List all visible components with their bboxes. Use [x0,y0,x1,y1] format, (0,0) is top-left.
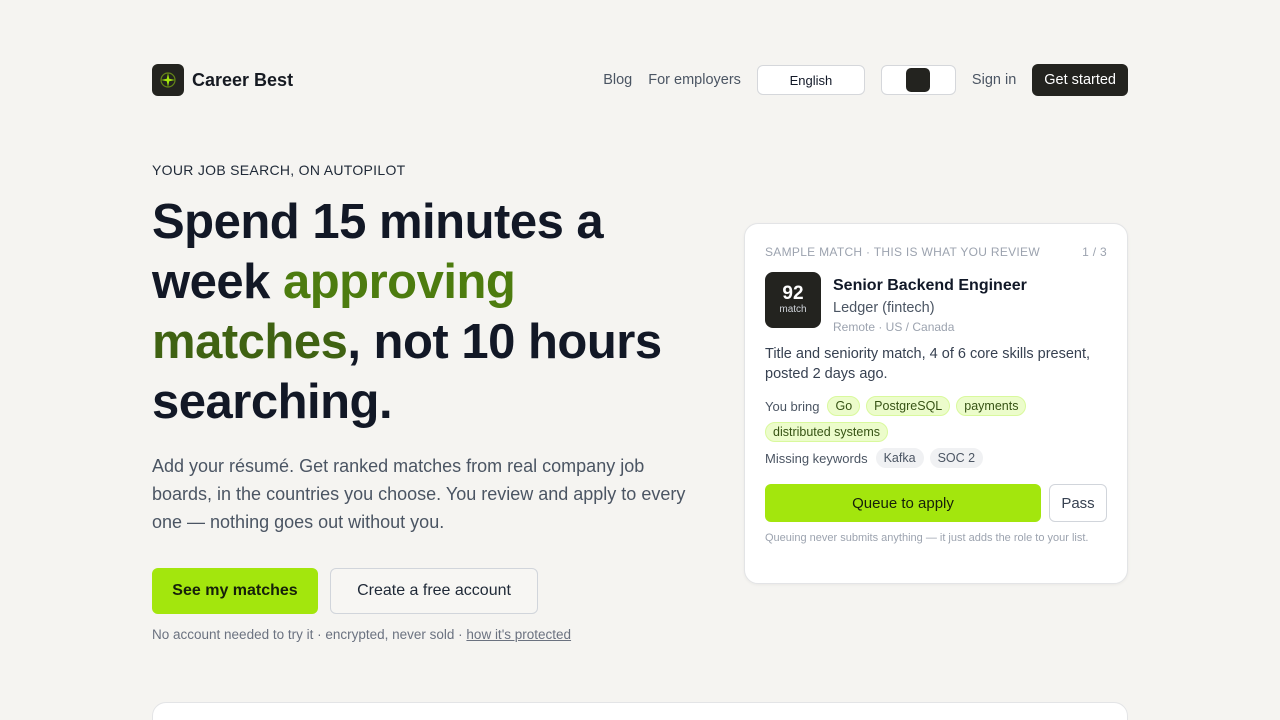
hero-fineprint: No account needed to try it · encrypted,… [152,627,571,642]
theme-toggle[interactable] [880,65,956,95]
pass-button[interactable]: Pass [1049,484,1107,522]
card-note: Queuing never submits anything — it just… [765,532,1089,544]
headline-highlight-approving: approving [282,255,516,309]
skill-chip: Go [827,396,861,416]
headline-highlight-matches: matches [152,315,348,369]
hero-headline: Spend 15 minutes a week approving matche… [152,192,712,432]
hero-subcopy: Add your résumé. Get ranked matches from… [152,456,686,532]
create-account-button[interactable]: Create a free account [330,568,538,614]
you-bring-row: You bring Go PostgreSQL payments distrib… [765,396,1113,442]
queue-to-apply-button[interactable]: Queue to apply [765,484,1041,522]
job-location: Remote · US / Canada [833,320,955,334]
skill-chip: PostgreSQL [866,396,951,416]
brand[interactable]: Career Best [152,64,293,96]
match-score: 92 [782,283,804,304]
you-bring-label: You bring [765,398,820,414]
hero-actions: See my matches Create a free account [152,568,538,614]
sample-match-card: SAMPLE MATCH · THIS IS WHAT YOU REVIEW 1… [744,223,1128,584]
nav-blog-link[interactable]: Blog [603,72,632,88]
match-score-label: match [779,304,807,315]
skill-chip: payments [956,396,1027,416]
card-header: SAMPLE MATCH · THIS IS WHAT YOU REVIEW 1… [765,245,1107,259]
skill-chip: distributed systems [765,422,888,442]
get-started-button[interactable]: Get started [1032,64,1128,96]
nav-employers-link[interactable]: For employers [648,72,741,88]
job-company: Ledger (fintech) [833,300,935,316]
see-my-matches-button[interactable]: See my matches [152,568,318,614]
skills-section: You bring Go PostgreSQL payments distrib… [765,396,1113,474]
fineprint-text: No account needed to try it · encrypted,… [152,627,467,642]
sign-in-link[interactable]: Sign in [972,72,1016,88]
site-header: Career Best Blog For employers English S… [152,64,1128,96]
brand-name: Career Best [192,69,294,90]
job-title: Senior Backend Engineer [833,277,1027,294]
match-score-badge: 92 match [765,272,821,328]
top-nav: Blog For employers English Sign in Get s… [603,64,1128,96]
missing-keywords-row: Missing keywords Kafka SOC 2 [765,448,1113,468]
missing-chip: SOC 2 [929,448,984,468]
hero-eyebrow: YOUR JOB SEARCH, ON AUTOPILOT [152,162,406,178]
how-protected-link[interactable]: how it's protected [466,627,571,642]
compass-star-icon [152,64,184,96]
job-info: Senior Backend Engineer Ledger (fintech)… [833,276,1027,335]
missing-keywords-label: Missing keywords [765,450,868,466]
language-select[interactable]: English [756,65,865,95]
card-pager: 1 / 3 [1082,245,1107,259]
theme-swatch-icon [906,68,931,92]
job-summary: Title and seniority match, 4 of 6 core s… [765,346,1091,382]
next-section-card [152,702,1128,720]
missing-chip: Kafka [875,448,924,468]
card-label: SAMPLE MATCH · THIS IS WHAT YOU REVIEW [765,245,1040,259]
